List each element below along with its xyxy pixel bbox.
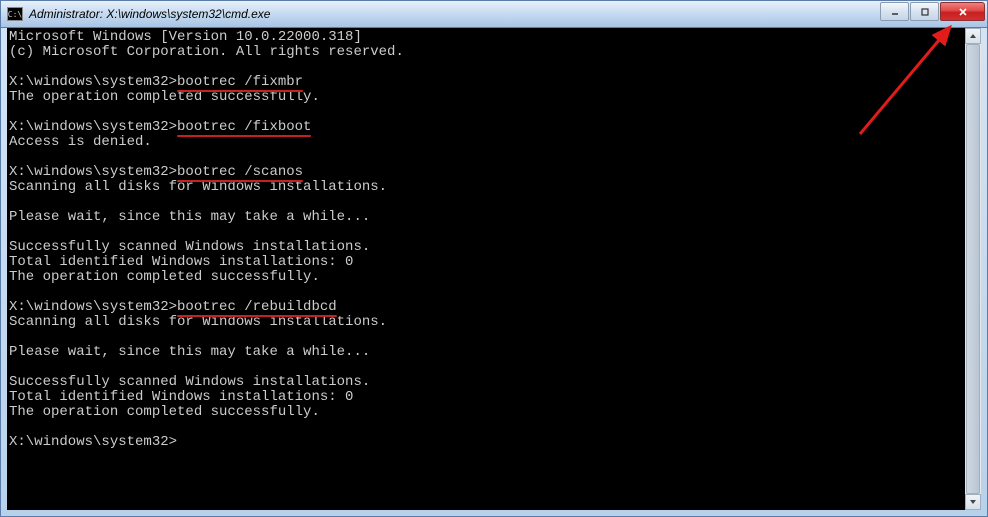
- console-line: [9, 330, 979, 345]
- scroll-thumb[interactable]: [966, 44, 980, 494]
- console-line: [9, 60, 979, 75]
- prompt: X:\windows\system32>: [9, 119, 177, 135]
- cmd-icon: C:\: [7, 7, 23, 21]
- console-line: [9, 360, 979, 375]
- window-title: Administrator: X:\windows\system32\cmd.e…: [29, 7, 270, 21]
- console-line: X:\windows\system32>bootrec /fixmbr: [9, 75, 979, 90]
- titlebar[interactable]: C:\ Administrator: X:\windows\system32\c…: [1, 1, 987, 28]
- console-line: X:\windows\system32>bootrec /rebuildbcd: [9, 300, 979, 315]
- chevron-up-icon: [969, 32, 977, 40]
- console-line: Successfully scanned Windows installatio…: [9, 375, 979, 390]
- close-icon: [957, 7, 969, 17]
- console-line: (c) Microsoft Corporation. All rights re…: [9, 45, 979, 60]
- console-line: Microsoft Windows [Version 10.0.22000.31…: [9, 30, 979, 45]
- console-line: The operation completed successfully.: [9, 90, 979, 105]
- minimize-button[interactable]: [880, 2, 909, 21]
- maximize-icon: [920, 7, 930, 17]
- console-line: [9, 105, 979, 120]
- console-line: Scanning all disks for Windows installat…: [9, 315, 979, 330]
- console-area[interactable]: Microsoft Windows [Version 10.0.22000.31…: [7, 28, 981, 510]
- console-line: Total identified Windows installations: …: [9, 390, 979, 405]
- command-text: bootrec /fixmbr: [177, 74, 303, 90]
- scrollbar[interactable]: [965, 28, 981, 510]
- scroll-track[interactable]: [965, 44, 981, 494]
- console-line: Access is denied.: [9, 135, 979, 150]
- console-line: X:\windows\system32>bootrec /fixboot: [9, 120, 979, 135]
- console-line: The operation completed successfully.: [9, 270, 979, 285]
- prompt: X:\windows\system32>: [9, 299, 177, 315]
- console-line: [9, 150, 979, 165]
- command-text: bootrec /scanos: [177, 164, 303, 180]
- console-line: The operation completed successfully.: [9, 405, 979, 420]
- console-line: [9, 195, 979, 210]
- console-line: Please wait, since this may take a while…: [9, 345, 979, 360]
- window-controls: [880, 2, 985, 21]
- console-line: X:\windows\system32>bootrec /scanos: [9, 165, 979, 180]
- maximize-button[interactable]: [910, 2, 939, 21]
- console-line: Scanning all disks for Windows installat…: [9, 180, 979, 195]
- console-line: X:\windows\system32>: [9, 435, 979, 450]
- command-text: bootrec /rebuildbcd: [177, 299, 337, 315]
- command-text: bootrec /fixboot: [177, 119, 311, 135]
- console-line: Successfully scanned Windows installatio…: [9, 240, 979, 255]
- minimize-icon: [890, 7, 900, 17]
- scroll-down-button[interactable]: [965, 494, 981, 510]
- console-line: [9, 285, 979, 300]
- console-line: Total identified Windows installations: …: [9, 255, 979, 270]
- prompt: X:\windows\system32>: [9, 74, 177, 90]
- chevron-down-icon: [969, 498, 977, 506]
- close-button[interactable]: [940, 2, 985, 21]
- prompt: X:\windows\system32>: [9, 434, 177, 450]
- console-line: Please wait, since this may take a while…: [9, 210, 979, 225]
- cmd-window: C:\ Administrator: X:\windows\system32\c…: [0, 0, 988, 517]
- scroll-up-button[interactable]: [965, 28, 981, 44]
- console-line: [9, 225, 979, 240]
- console-line: [9, 420, 979, 435]
- prompt: X:\windows\system32>: [9, 164, 177, 180]
